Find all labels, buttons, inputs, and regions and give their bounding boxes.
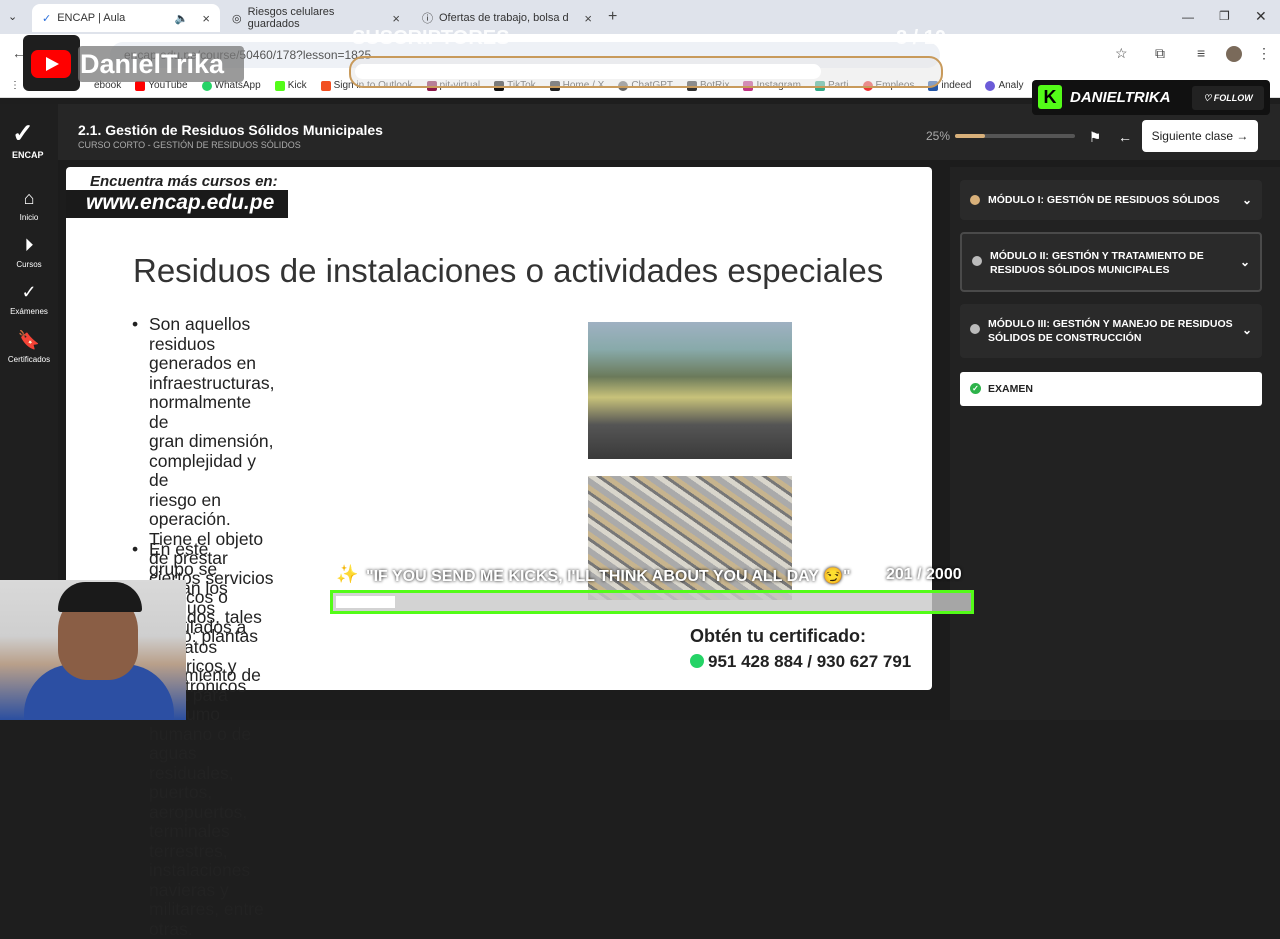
flag-icon[interactable]: ⚑ <box>1082 124 1108 150</box>
bookmark-star-icon[interactable]: ☆ <box>1115 45 1128 62</box>
whatsapp-icon <box>690 654 704 668</box>
minimize-button[interactable]: — <box>1182 10 1194 24</box>
bookmark-icon: 🔖 <box>17 330 41 350</box>
bookmark-item[interactable]: Analy <box>985 80 1023 91</box>
arrow-right-icon: → <box>1236 129 1249 143</box>
subscribers-goal-fill <box>355 64 821 79</box>
check-icon: ✓ <box>21 282 37 302</box>
nav-examenes[interactable]: ✓ Exámenes <box>0 282 58 316</box>
sparkle-icon: ✨ <box>336 564 359 584</box>
chevron-down-icon: ⌄ <box>1241 323 1252 337</box>
speaker-icon: 🔈 <box>174 12 189 25</box>
tab-list-icon[interactable]: ⌄ <box>8 10 17 23</box>
profile-avatar[interactable] <box>1226 46 1242 62</box>
promo-line: Encuentra más cursos en: <box>90 173 278 190</box>
media-icon[interactable]: ≡ <box>1197 45 1205 61</box>
follow-button: ♡ FOLLOW <box>1192 86 1264 110</box>
close-icon[interactable]: × <box>584 11 592 26</box>
industrial-waste-photo <box>588 322 792 459</box>
encap-logo-icon: ✓ <box>12 118 34 148</box>
bookmark-item[interactable]: Kick <box>274 80 307 91</box>
info-icon: ⓘ <box>422 13 433 25</box>
certificate-title: Obtén tu certificado: <box>690 626 867 646</box>
certificate-phone: 951 428 884 / 930 627 791 <box>708 652 912 671</box>
module-3[interactable]: MÓDULO III: GESTIÓN Y MANEJO DE RESIDUOS… <box>960 304 1262 358</box>
nav-cursos[interactable]: ⏵ Cursos <box>0 235 58 269</box>
subscribers-label: SUSCRIPTORES <box>352 27 510 49</box>
play-triangle-icon <box>46 57 59 71</box>
close-icon[interactable]: × <box>392 11 400 26</box>
slide-title: Residuos de instalaciones o actividades … <box>133 252 884 289</box>
nav-inicio[interactable]: ⌂ Inicio <box>0 188 58 222</box>
kick-logo-icon: K <box>1038 85 1062 109</box>
module-1[interactable]: MÓDULO I: GESTIÓN DE RESIDUOS SÓLIDOS ⌄ <box>960 180 1262 220</box>
lesson-title: 2.1. Gestión de Residuos Sólidos Municip… <box>78 122 383 138</box>
exam-item[interactable]: ✓ EXAMEN <box>960 372 1262 406</box>
check-circle-icon: ✓ <box>970 383 981 394</box>
chevron-down-icon: ⌄ <box>1239 255 1250 269</box>
kick-goal-text: "IF YOU SEND ME KICKS, I'LL THINK ABOUT … <box>366 568 851 585</box>
status-dot <box>972 256 982 266</box>
home-icon: ⌂ <box>23 188 35 208</box>
module-2[interactable]: MÓDULO II: GESTIÓN Y TRATAMIENTO DE RESI… <box>960 232 1262 292</box>
status-dot <box>970 195 980 205</box>
extensions-icon[interactable]: ⧉ <box>1155 45 1165 62</box>
tab-title: Ofertas de trabajo, bolsa de tra <box>439 12 569 24</box>
kick-goal-bar <box>330 590 974 614</box>
kick-goal-count: 201 / 2000 <box>886 566 962 583</box>
kick-goal-fill <box>336 596 396 608</box>
restore-button[interactable]: ❐ <box>1219 9 1230 23</box>
chevron-down-icon: ⌄ <box>1241 193 1252 207</box>
subscribers-count: 8 / 10 <box>896 27 947 49</box>
encap-tab-icon: ✓ <box>42 12 52 25</box>
previous-button[interactable]: ← <box>1112 124 1138 150</box>
kick-channel-name: DANIELTRIKA <box>1070 89 1171 106</box>
tab-encap[interactable]: ✓ ENCAP | Aula 🔈 × <box>32 4 220 32</box>
next-lesson-button[interactable]: Siguiente clase → <box>1142 120 1258 152</box>
window-close-button[interactable]: ✕ <box>1255 8 1267 25</box>
progress-percent: 25% <box>926 129 951 143</box>
new-tab-button[interactable]: + <box>608 8 617 26</box>
webcam-person-hair <box>58 582 142 612</box>
encap-logo-text: ENCAP <box>12 150 44 160</box>
nav-certificados[interactable]: 🔖 Certificados <box>0 330 58 364</box>
play-icon: ⏵ <box>24 235 34 255</box>
tab-title: ENCAP | Aula <box>57 12 126 24</box>
youtube-channel-name: DanielTrika <box>78 46 244 82</box>
close-icon[interactable]: × <box>202 11 210 26</box>
progress-fill <box>955 134 985 138</box>
heart-icon: ♡ <box>1203 93 1212 103</box>
menu-icon[interactable]: ⋮ <box>1257 45 1271 62</box>
status-dot <box>970 324 980 334</box>
globe-icon: ◎ <box>232 12 242 25</box>
promo-url: www.encap.edu.pe <box>66 190 288 218</box>
lesson-subtitle: CURSO CORTO - GESTIÓN DE RESIDUOS SÓLIDO… <box>78 140 301 150</box>
